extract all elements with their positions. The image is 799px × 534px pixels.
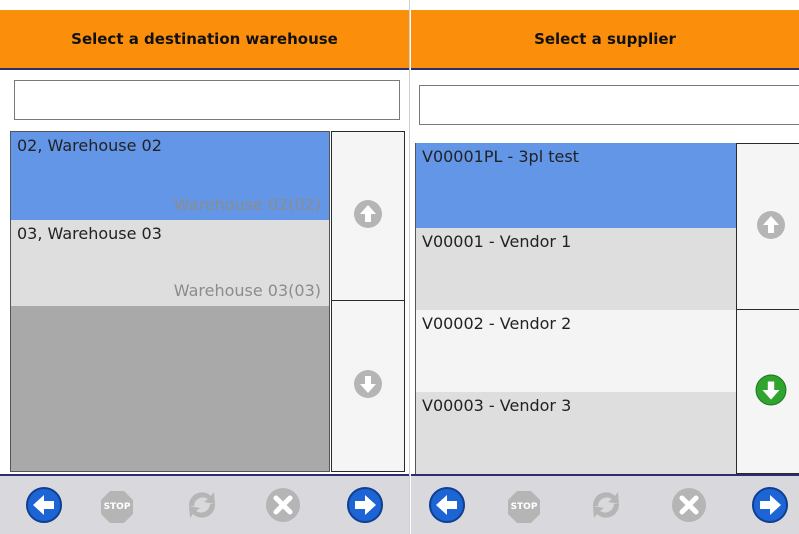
warehouse-list[interactable]: 02, Warehouse 02 Warehouse 02(02) 03, Wa… xyxy=(10,131,330,472)
stop-button[interactable]: STOP xyxy=(505,488,543,526)
list-item-title: V00001 - Vendor 1 xyxy=(422,232,572,251)
list-item-title: 02, Warehouse 02 xyxy=(17,136,162,155)
list-item-title: V00002 - Vendor 2 xyxy=(422,314,572,333)
bottom-toolbar: STOP xyxy=(0,474,409,534)
list-item[interactable]: V00001 - Vendor 1 xyxy=(416,228,738,310)
x-circle-icon xyxy=(264,486,302,528)
refresh-icon xyxy=(587,486,625,528)
supplier-search-input[interactable] xyxy=(419,85,799,125)
next-button[interactable] xyxy=(346,486,384,528)
list-item-title: 03, Warehouse 03 xyxy=(17,224,162,243)
up-arrow-icon xyxy=(353,199,383,233)
bottom-toolbar: STOP xyxy=(411,474,799,534)
x-circle-icon xyxy=(670,486,708,528)
supplier-list[interactable]: V00001PL - 3pl test V00001 - Vendor 1 V0… xyxy=(415,143,738,474)
cancel-button[interactable] xyxy=(670,488,708,526)
list-item[interactable]: V00003 - Vendor 3 xyxy=(416,392,738,474)
scroll-up-button[interactable] xyxy=(331,131,405,301)
back-button[interactable] xyxy=(25,486,63,528)
scroll-down-button[interactable] xyxy=(736,309,799,474)
down-arrow-icon xyxy=(755,374,787,410)
warehouse-search-input[interactable] xyxy=(14,80,400,120)
scroll-up-button[interactable] xyxy=(736,143,799,310)
left-arrow-icon xyxy=(428,486,466,528)
stop-label: STOP xyxy=(103,502,131,512)
back-button[interactable] xyxy=(428,486,466,528)
right-arrow-icon xyxy=(346,486,384,528)
stop-button[interactable]: STOP xyxy=(98,488,136,526)
warehouse-panel: Select a destination warehouse 02, Wareh… xyxy=(0,0,410,534)
right-arrow-icon xyxy=(751,486,789,528)
refresh-button[interactable] xyxy=(183,488,221,526)
list-item[interactable]: V00002 - Vendor 2 xyxy=(416,310,738,392)
list-item[interactable]: 02, Warehouse 02 Warehouse 02(02) xyxy=(11,132,329,220)
stop-label: STOP xyxy=(510,502,538,512)
up-arrow-icon xyxy=(756,210,786,244)
list-item-title: V00001PL - 3pl test xyxy=(422,147,579,166)
left-arrow-icon xyxy=(25,486,63,528)
panel-title: Select a destination warehouse xyxy=(0,10,409,70)
down-arrow-icon xyxy=(353,369,383,403)
list-item-subtitle: Warehouse 03(03) xyxy=(173,281,321,300)
list-item[interactable]: V00001PL - 3pl test xyxy=(416,143,738,228)
next-button[interactable] xyxy=(751,486,789,528)
refresh-icon xyxy=(183,486,221,528)
refresh-button[interactable] xyxy=(587,488,625,526)
list-item-title: V00003 - Vendor 3 xyxy=(422,396,572,415)
scroll-down-button[interactable] xyxy=(331,300,405,472)
list-item[interactable]: 03, Warehouse 03 Warehouse 03(03) xyxy=(11,220,329,306)
supplier-panel: Select a supplier V00001PL - 3pl test V0… xyxy=(411,0,799,534)
panel-title: Select a supplier xyxy=(411,10,799,70)
list-item-subtitle: Warehouse 02(02) xyxy=(173,195,321,214)
cancel-button[interactable] xyxy=(264,488,302,526)
